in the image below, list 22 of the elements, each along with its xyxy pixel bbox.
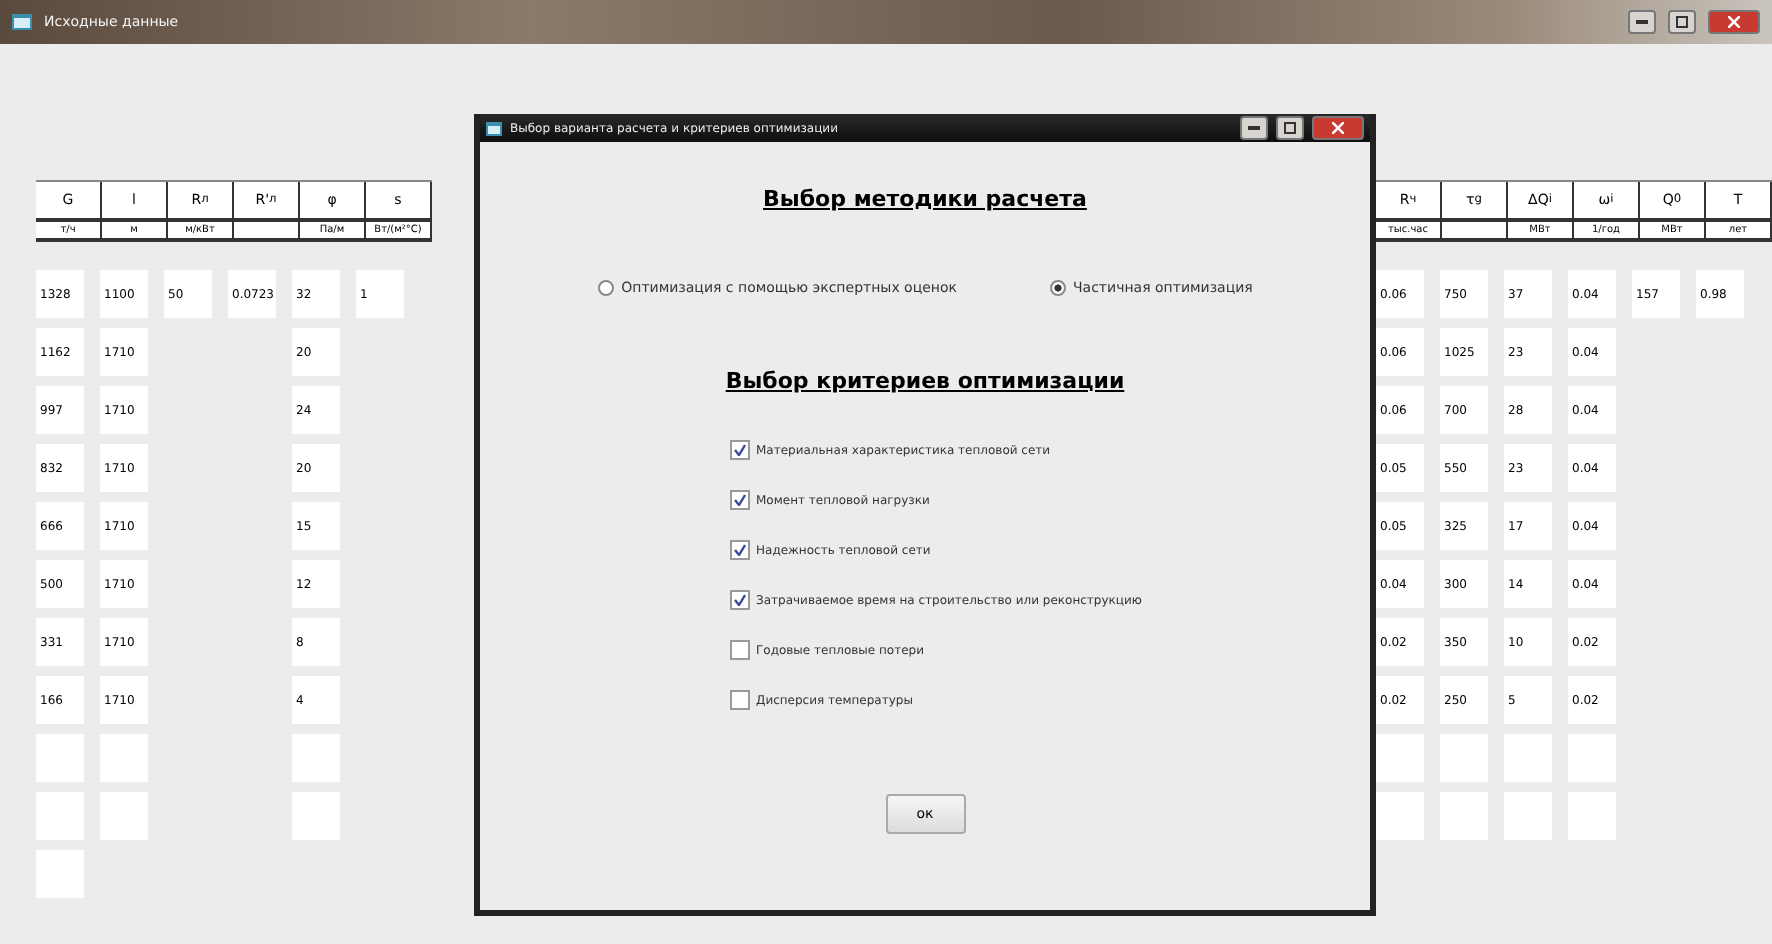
section-heading: Выбор критериев оптимизации [725,368,1125,394]
maximize-icon [1284,122,1296,134]
app-icon [12,14,32,30]
check-icon [734,494,746,506]
input-field[interactable] [1376,792,1424,840]
maximize-button[interactable] [1276,116,1304,140]
check-icon [734,594,746,606]
app-icon [486,121,502,135]
close-button[interactable] [1708,10,1760,34]
close-icon [1332,122,1344,134]
check-icon [734,544,746,556]
maximize-icon [1676,16,1688,28]
section-heading: Выбор методики расчета [763,186,1087,212]
maximize-button[interactable] [1668,10,1696,34]
minimize-button[interactable] [1628,10,1656,34]
input-field[interactable] [1376,734,1424,782]
check-icon [734,444,746,456]
minimize-icon [1248,126,1260,130]
minimize-icon [1636,20,1648,24]
close-icon [1728,16,1740,28]
close-button[interactable] [1312,116,1364,140]
minimize-button[interactable] [1240,116,1268,140]
